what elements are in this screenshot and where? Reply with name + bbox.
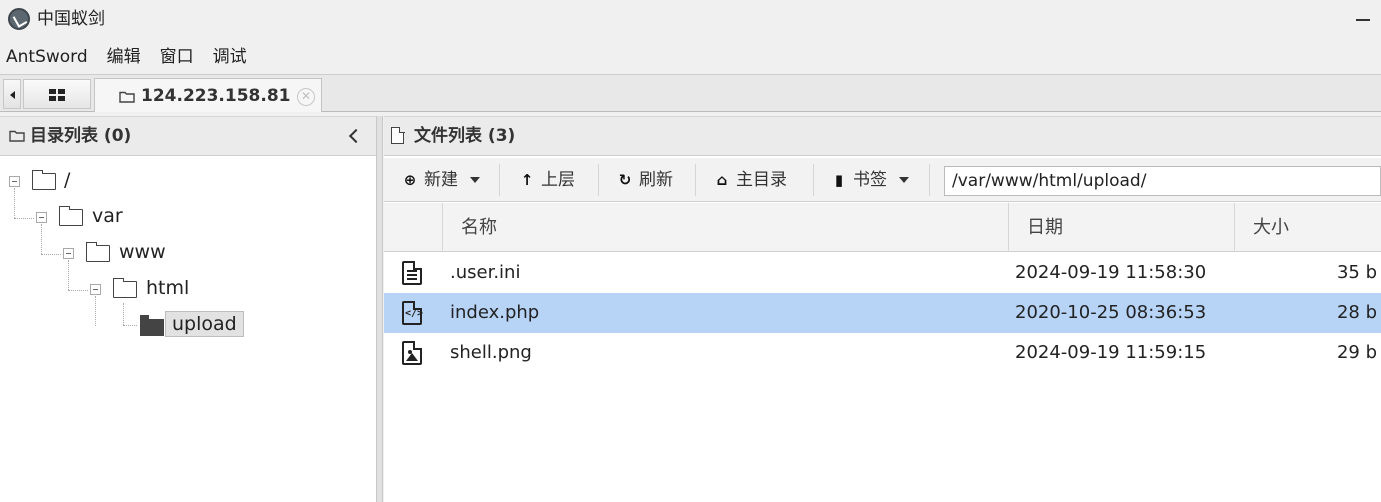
- file-toolbar: ⊕ 新建 ↑ 上层 ↻ 刷新 ⌂ 主目录 ▮ 书签: [384, 158, 1381, 202]
- file-list-panel: 文件列表 (3) ⊕ 新建 ↑ 上层 ↻ 刷新 ⌂ 主目录 ▮ 书签 /var/…: [384, 116, 1381, 502]
- minimize-icon[interactable]: [1354, 8, 1374, 28]
- arrow-up-icon: ↑: [520, 171, 534, 189]
- plus-circle-icon: ⊕: [403, 171, 417, 189]
- tree-node-root[interactable]: /: [0, 166, 120, 196]
- file-size: 29 b: [1336, 342, 1377, 363]
- bookmark-icon: ▮: [834, 171, 844, 189]
- title-bar: 中国蚁剑: [0, 0, 1381, 40]
- grid-icon: [49, 89, 65, 101]
- chevron-down-icon: [899, 177, 909, 183]
- text-file-icon: [402, 261, 422, 285]
- collapse-panel-icon[interactable]: [347, 129, 363, 145]
- file-name: .user.ini: [450, 262, 521, 283]
- up-level-label: 上层: [541, 170, 575, 190]
- refresh-icon: ↻: [618, 171, 632, 189]
- file-name: shell.png: [450, 342, 532, 363]
- bookmark-label: 书签: [853, 170, 887, 190]
- up-level-button[interactable]: ↑ 上层: [519, 166, 575, 194]
- file-icon: [391, 126, 405, 144]
- tree-node-www[interactable]: www: [0, 238, 200, 268]
- panel-splitter[interactable]: [377, 116, 383, 502]
- new-button-label: 新建: [424, 170, 458, 190]
- menu-bar: AntSword 编辑 窗口 调试: [0, 44, 253, 72]
- bookmark-button[interactable]: ▮ 书签: [831, 166, 909, 194]
- window-title: 中国蚁剑: [37, 9, 105, 29]
- collapse-toggle-icon[interactable]: [63, 248, 74, 259]
- folder-icon: [9, 130, 25, 142]
- file-date: 2020-10-25 08:36:53: [1015, 302, 1207, 323]
- tree-node-upload[interactable]: upload: [0, 310, 260, 340]
- image-file-icon: [402, 341, 422, 365]
- tree-node-label: www: [119, 241, 166, 263]
- home-dir-button[interactable]: ⌂ 主目录: [714, 166, 787, 194]
- collapse-toggle-icon[interactable]: [36, 212, 47, 223]
- file-date: 2024-09-19 11:58:30: [1015, 262, 1207, 283]
- column-header-size[interactable]: 大小: [1234, 203, 1381, 252]
- menu-window[interactable]: 窗口: [154, 44, 200, 72]
- file-list-title: 文件列表 (3): [414, 126, 516, 146]
- folder-icon: [31, 170, 56, 190]
- folder-icon: [119, 91, 135, 103]
- tab-shell-session[interactable]: 124.223.158.81 ✕: [94, 78, 322, 112]
- menu-debug[interactable]: 调试: [207, 44, 253, 72]
- path-input[interactable]: [944, 166, 1381, 196]
- code-file-icon: </>: [402, 301, 423, 325]
- folder-open-icon: [140, 315, 164, 336]
- menu-edit[interactable]: 编辑: [101, 44, 147, 72]
- file-row[interactable]: shell.png 2024-09-19 11:59:15 29 b: [384, 333, 1381, 373]
- tree-node-var[interactable]: var: [0, 202, 160, 232]
- directory-panel: 目录列表 (0) / var www html upload: [0, 116, 377, 502]
- tree-node-label: var: [92, 205, 123, 227]
- tab-home[interactable]: [23, 79, 91, 109]
- refresh-label: 刷新: [639, 170, 673, 190]
- tab-bar: 124.223.158.81 ✕: [0, 74, 1381, 112]
- file-date: 2024-09-19 11:59:15: [1015, 342, 1207, 363]
- folder-icon: [58, 206, 83, 226]
- antsword-logo-icon: [8, 8, 30, 30]
- folder-icon: [85, 242, 110, 262]
- home-icon: ⌂: [716, 171, 728, 189]
- tree-node-label: upload: [165, 311, 244, 337]
- column-header-date[interactable]: 日期: [1008, 203, 1234, 252]
- collapse-toggle-icon[interactable]: [9, 176, 20, 187]
- close-icon[interactable]: ✕: [297, 88, 315, 106]
- file-size: 35 b: [1336, 262, 1377, 283]
- collapse-toggle-icon[interactable]: [90, 284, 101, 295]
- chevron-down-icon: [470, 177, 480, 183]
- file-size: 28 b: [1336, 302, 1377, 323]
- menu-antsword[interactable]: AntSword: [0, 44, 94, 72]
- refresh-button[interactable]: ↻ 刷新: [617, 166, 673, 194]
- tab-label: 124.223.158.81: [141, 86, 291, 106]
- file-grid-header: 名称 日期 大小: [384, 203, 1381, 252]
- home-dir-label: 主目录: [736, 170, 787, 190]
- file-row[interactable]: </> index.php 2020-10-25 08:36:53 28 b: [384, 293, 1381, 333]
- directory-panel-title: 目录列表 (0): [30, 126, 132, 146]
- tree-node-html[interactable]: html: [0, 274, 230, 304]
- tree-node-label: /: [64, 169, 71, 191]
- directory-tree: / var www html upload: [0, 158, 377, 502]
- folder-icon: [112, 278, 137, 298]
- tree-node-label: html: [146, 277, 190, 299]
- new-button[interactable]: ⊕ 新建: [402, 166, 480, 194]
- directory-panel-header: 目录列表 (0): [0, 116, 376, 156]
- column-header-name[interactable]: 名称: [442, 203, 1008, 252]
- file-row[interactable]: .user.ini 2024-09-19 11:58:30 35 b: [384, 253, 1381, 293]
- file-list-header: 文件列表 (3): [384, 116, 1381, 156]
- file-name: index.php: [450, 302, 540, 323]
- tab-scroll-left-button[interactable]: [3, 79, 21, 109]
